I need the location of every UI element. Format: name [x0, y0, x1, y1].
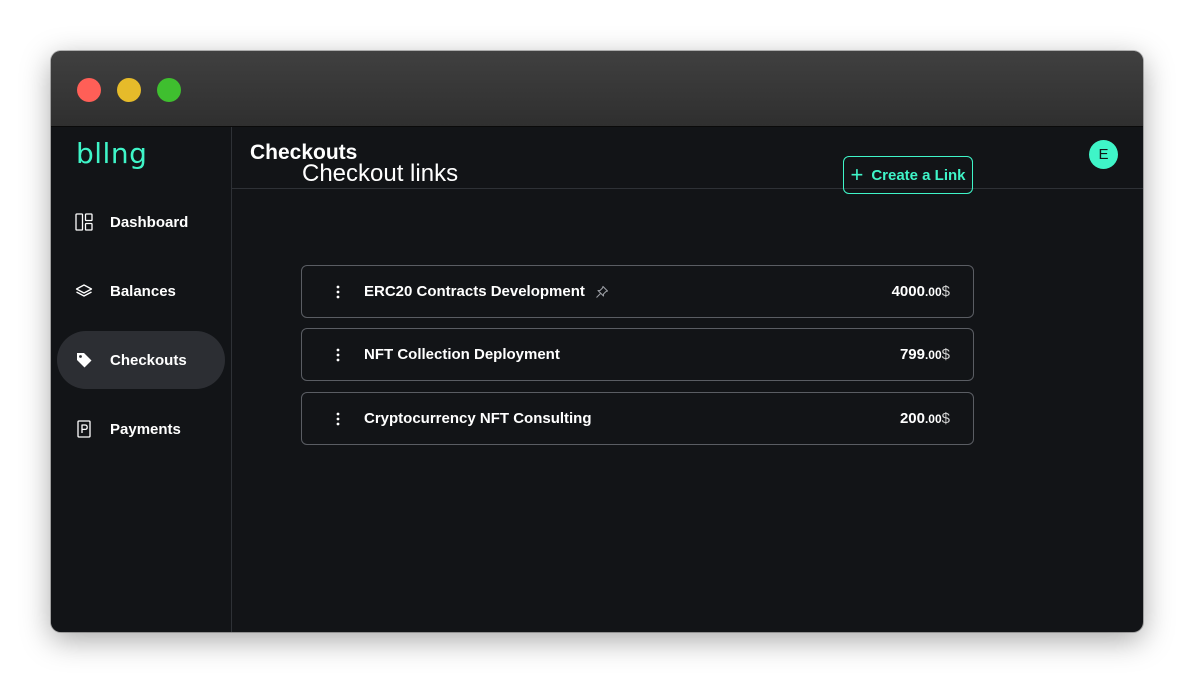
amount-whole: 4000: [891, 283, 925, 300]
currency-symbol: $: [941, 283, 950, 300]
checkout-link-row[interactable]: NFT Collection Deployment 799.00$: [301, 328, 974, 381]
currency-symbol: $: [941, 346, 950, 363]
plus-icon: +: [850, 162, 864, 187]
create-link-label: Create a Link: [871, 166, 966, 184]
amount-whole: 799: [899, 346, 925, 363]
sidebar-item-payments[interactable]: Payments: [57, 400, 225, 458]
checkout-link-amount: 4000.00$: [892, 283, 950, 300]
sidebar-item-label: Dashboard: [110, 213, 189, 231]
checkout-link-name: Cryptocurrency NFT Consulting: [364, 410, 592, 427]
amount-whole: 200: [899, 410, 925, 427]
amount-cents: .00: [924, 285, 942, 299]
dashboard-icon: [74, 212, 94, 232]
checkout-link-row[interactable]: ERC20 Contracts Development 4000.00$: [301, 265, 974, 318]
more-vertical-icon[interactable]: [328, 409, 348, 429]
sidebar-item-label: Checkouts: [110, 351, 187, 369]
create-link-button[interactable]: + Create a Link: [843, 156, 973, 194]
window-titlebar: [51, 51, 1143, 127]
close-window-button[interactable]: [77, 78, 101, 102]
maximize-window-button[interactable]: [157, 78, 181, 102]
sidebar-item-dashboard[interactable]: Dashboard: [57, 193, 225, 251]
minimize-window-button[interactable]: [117, 78, 141, 102]
amount-cents: .00: [924, 348, 942, 362]
sidebar-item-label: Balances: [110, 282, 176, 300]
tag-icon: [74, 350, 94, 370]
more-vertical-icon[interactable]: [328, 345, 348, 365]
checkout-link-row[interactable]: Cryptocurrency NFT Consulting 200.00$: [301, 392, 974, 445]
avatar[interactable]: E: [1089, 140, 1118, 169]
section-title: Checkout links: [302, 160, 459, 187]
parking-icon: [74, 419, 94, 439]
checkout-link-name: NFT Collection Deployment: [364, 346, 560, 363]
amount-cents: .00: [924, 412, 942, 426]
more-vertical-icon[interactable]: [328, 282, 348, 302]
sidebar: bllng Dashboard Balances Checkouts Payme…: [51, 127, 232, 632]
checkout-link-name: ERC20 Contracts Development: [364, 283, 585, 300]
checkout-link-amount: 200.00$: [900, 410, 950, 427]
layers-icon: [74, 281, 94, 301]
sidebar-item-checkouts[interactable]: Checkouts: [57, 331, 225, 389]
checkout-link-amount: 799.00$: [900, 346, 950, 363]
pin-icon[interactable]: [595, 285, 609, 299]
sidebar-item-label: Payments: [110, 420, 181, 438]
currency-symbol: $: [941, 410, 950, 427]
sidebar-item-balances[interactable]: Balances: [57, 262, 225, 320]
app-logo[interactable]: bllng: [76, 137, 147, 170]
